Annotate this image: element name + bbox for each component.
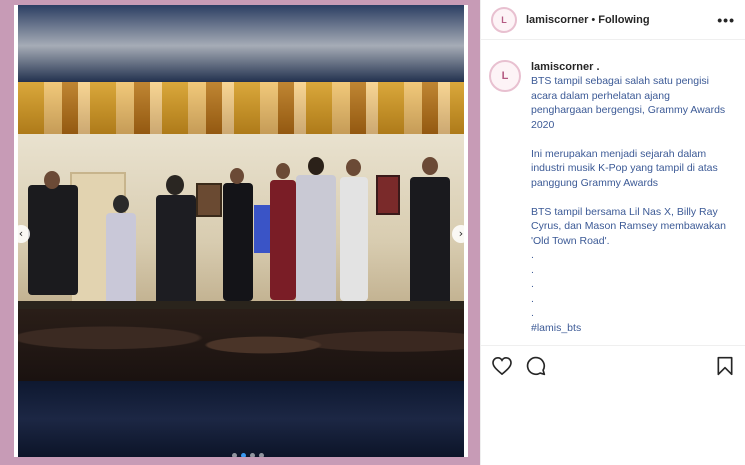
avatar-letter: L	[501, 14, 507, 25]
more-options-icon[interactable]: •••	[717, 12, 735, 28]
performer	[410, 177, 450, 305]
post-media-frame: ‹ ›	[0, 0, 480, 465]
comment-icon	[526, 356, 546, 375]
caption-dot: .	[596, 61, 600, 73]
photo-blur-bottom	[18, 381, 464, 457]
performer-head	[113, 195, 129, 213]
performer	[106, 213, 136, 309]
caption-username[interactable]: lamiscorner	[531, 61, 593, 73]
heart-icon	[492, 356, 512, 375]
avatar-letter: L	[501, 70, 509, 82]
wall-picture	[196, 183, 222, 217]
caption-body: lamiscorner . BTS tampil sebagai salah s…	[531, 60, 731, 335]
performer	[270, 180, 296, 300]
performer-head	[166, 175, 184, 195]
caption-text: BTS tampil sebagai salah satu pengisi ac…	[531, 75, 726, 319]
carousel-next-button[interactable]: ›	[452, 225, 468, 243]
save-button[interactable]	[714, 355, 736, 377]
chevron-left-icon: ‹	[18, 227, 24, 240]
post-header: L lamiscorner • Following •••	[481, 0, 745, 40]
hashtag-link[interactable]: #lamis_bts	[531, 321, 731, 336]
performer-head	[422, 157, 438, 175]
carousel-dot	[259, 453, 264, 457]
carousel-indicator	[232, 453, 264, 457]
chevron-right-icon: ›	[458, 227, 464, 240]
audience	[18, 309, 464, 381]
post-media[interactable]: ‹ ›	[14, 5, 468, 457]
post-side-panel: L lamiscorner • Following ••• L lamiscor…	[480, 0, 745, 465]
performer	[223, 183, 253, 301]
performer	[296, 175, 336, 305]
bookmark-icon	[717, 356, 733, 375]
performer-head	[346, 159, 361, 176]
performer	[28, 185, 78, 295]
like-button[interactable]	[491, 355, 513, 377]
comment-button[interactable]	[525, 355, 547, 377]
caption-username-row: lamiscorner .	[531, 60, 731, 74]
performer-head	[276, 163, 290, 179]
performer	[156, 195, 196, 305]
concert-photo	[18, 5, 464, 457]
performer-head	[230, 168, 244, 184]
performer-head	[44, 171, 60, 189]
performer	[340, 177, 368, 301]
post-caption: L lamiscorner . BTS tampil sebagai salah…	[489, 60, 739, 335]
carousel-dot	[232, 453, 237, 457]
carousel-dot	[250, 453, 255, 457]
carousel-dot-active	[241, 453, 246, 457]
stage-screen	[18, 82, 464, 134]
follow-status-button[interactable]: Following	[598, 14, 649, 26]
wall-picture	[376, 175, 400, 215]
post-username[interactable]: lamiscorner	[526, 14, 588, 26]
header-separator: •	[591, 13, 596, 26]
performer-head	[308, 157, 324, 175]
avatar[interactable]: L	[491, 6, 517, 33]
post-actions	[481, 345, 745, 385]
caption-avatar[interactable]: L	[489, 60, 521, 92]
